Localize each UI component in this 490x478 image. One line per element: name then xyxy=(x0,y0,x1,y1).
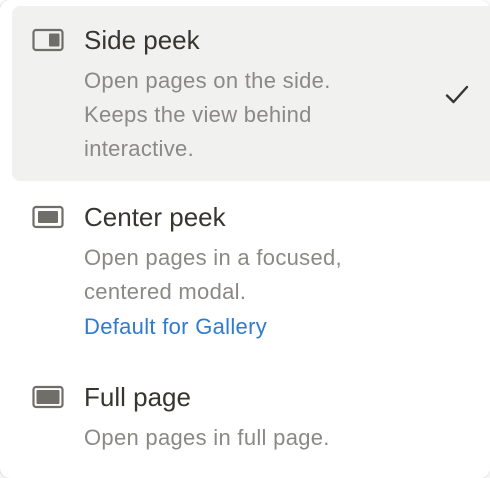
option-description: Open pages on the side. Keeps the view b… xyxy=(84,64,331,166)
description-line: Open pages in full page. xyxy=(84,425,330,450)
description-line: Open pages on the side. xyxy=(84,68,331,93)
description-line: Open pages in a focused, xyxy=(84,245,342,270)
full-page-icon xyxy=(32,385,64,409)
option-title: Full page xyxy=(84,382,191,412)
menu-option-full-page[interactable]: Full page Open pages in full page. xyxy=(12,368,490,464)
menu-option-side-peek[interactable]: Side peek Open pages on the side. Keeps … xyxy=(12,6,490,181)
description-line: Keeps the view behind xyxy=(84,102,312,127)
description-line: interactive. xyxy=(84,136,194,161)
option-description: Open pages in a focused, centered modal. xyxy=(84,241,342,309)
option-title: Center peek xyxy=(84,202,226,232)
option-description: Open pages in full page. xyxy=(84,421,330,455)
center-peek-icon xyxy=(32,205,64,229)
side-peek-icon xyxy=(32,28,64,52)
description-line: centered modal. xyxy=(84,279,247,304)
checkmark-icon xyxy=(445,85,469,104)
menu-option-center-peek[interactable]: Center peek Open pages in a focused, cen… xyxy=(12,188,490,358)
default-for-gallery-note: Default for Gallery xyxy=(84,314,267,339)
peek-mode-menu: Side peek Open pages on the side. Keeps … xyxy=(0,0,490,478)
option-title: Side peek xyxy=(84,25,200,55)
